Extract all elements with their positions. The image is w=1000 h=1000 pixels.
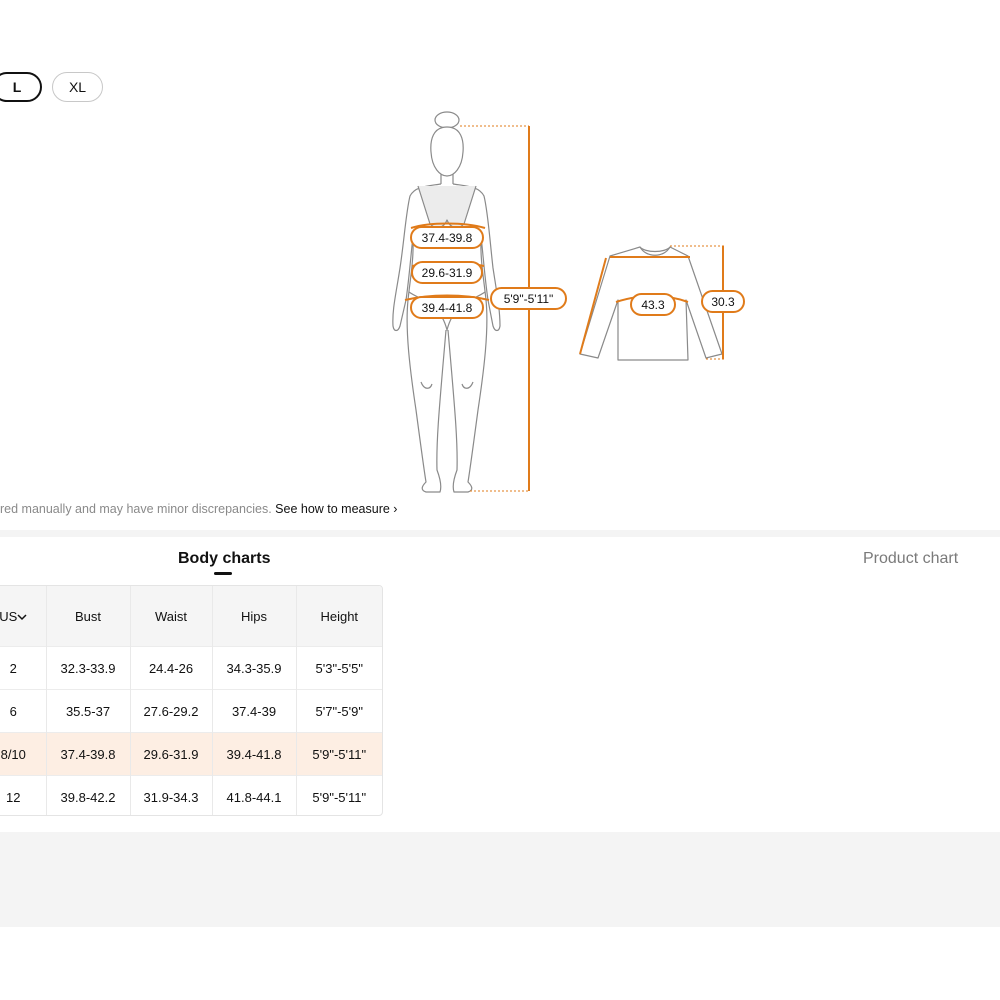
waist-cell: 29.6-31.9 [130,732,213,776]
tab-body-charts[interactable]: Body charts [178,550,270,568]
active-tab-indicator [214,572,232,575]
link-label: See how to measure [275,502,390,516]
unit-selector[interactable]: US [0,586,47,647]
length-measurement-label: 30.3 [701,290,745,313]
measurement-note: red manually and may have minor discrepa… [0,502,397,516]
hips-cell: 41.8-44.1 [212,775,297,815]
hips-value: 39.4-41.8 [422,301,473,315]
waist-cell: 31.9-34.3 [130,775,213,815]
height-cell: 5'9"-5'11" [296,732,382,776]
hips-measurement-label: 39.4-41.8 [410,296,484,319]
height-cell: 5'9"-5'11" [296,775,382,815]
chevron-down-icon [17,609,27,624]
table-row[interactable]: 2 32.3-33.9 24.4-26 34.3-35.9 5'3"-5'5" [0,646,382,690]
column-header-bust: Bust [46,586,131,647]
tab-product-chart[interactable]: Product chart [863,550,958,568]
size-cell: 12 [0,775,47,815]
length-value: 30.3 [711,295,735,309]
height-value: 5'9"-5'11" [504,292,554,306]
bust-value: 37.4-39.8 [422,231,473,245]
size-cell: 6 [0,689,47,733]
size-table: US Bust Waist Hips Height 2 32.3-33.9 24… [0,585,383,816]
table-header-row: US Bust Waist Hips Height [0,586,382,647]
table-row[interactable]: 12 39.8-42.2 31.9-34.3 41.8-44.1 5'9"-5'… [0,775,382,815]
chest-measurement-label: 43.3 [630,293,676,316]
table-row-selected[interactable]: 8/10 37.4-39.8 29.6-31.9 39.4-41.8 5'9"-… [0,732,382,776]
section-divider [0,530,1000,537]
bust-cell: 35.5-37 [46,689,131,733]
waist-cell: 27.6-29.2 [130,689,213,733]
height-cell: 5'3"-5'5" [296,646,382,690]
size-cell: 8/10 [0,732,47,776]
bust-cell: 32.3-33.9 [46,646,131,690]
height-measurement-label: 5'9"-5'11" [490,287,567,310]
footer-band [0,832,1000,927]
hips-cell: 37.4-39 [212,689,297,733]
bust-cell: 39.8-42.2 [46,775,131,815]
see-how-to-measure-link[interactable]: See how to measure › [275,502,397,516]
chevron-right-icon: › [393,502,398,516]
hips-cell: 34.3-35.9 [212,646,297,690]
height-cell: 5'7"-5'9" [296,689,382,733]
chest-value: 43.3 [641,298,665,312]
measurement-illustration: 37.4-39.8 29.6-31.9 39.4-41.8 5'9"-5'11"… [392,111,745,493]
waist-value: 29.6-31.9 [422,266,473,280]
bust-cell: 37.4-39.8 [46,732,131,776]
column-header-hips: Hips [212,586,297,647]
bust-measurement-label: 37.4-39.8 [410,226,484,249]
size-cell: 2 [0,646,47,690]
hips-cell: 39.4-41.8 [212,732,297,776]
unit-label: US [0,608,18,624]
waist-cell: 24.4-26 [130,646,213,690]
column-header-waist: Waist [130,586,213,647]
column-header-height: Height [296,586,382,647]
table-row[interactable]: 6 35.5-37 27.6-29.2 37.4-39 5'7"-5'9" [0,689,382,733]
waist-measurement-label: 29.6-31.9 [411,261,483,284]
note-text: red manually and may have minor discrepa… [0,502,272,516]
